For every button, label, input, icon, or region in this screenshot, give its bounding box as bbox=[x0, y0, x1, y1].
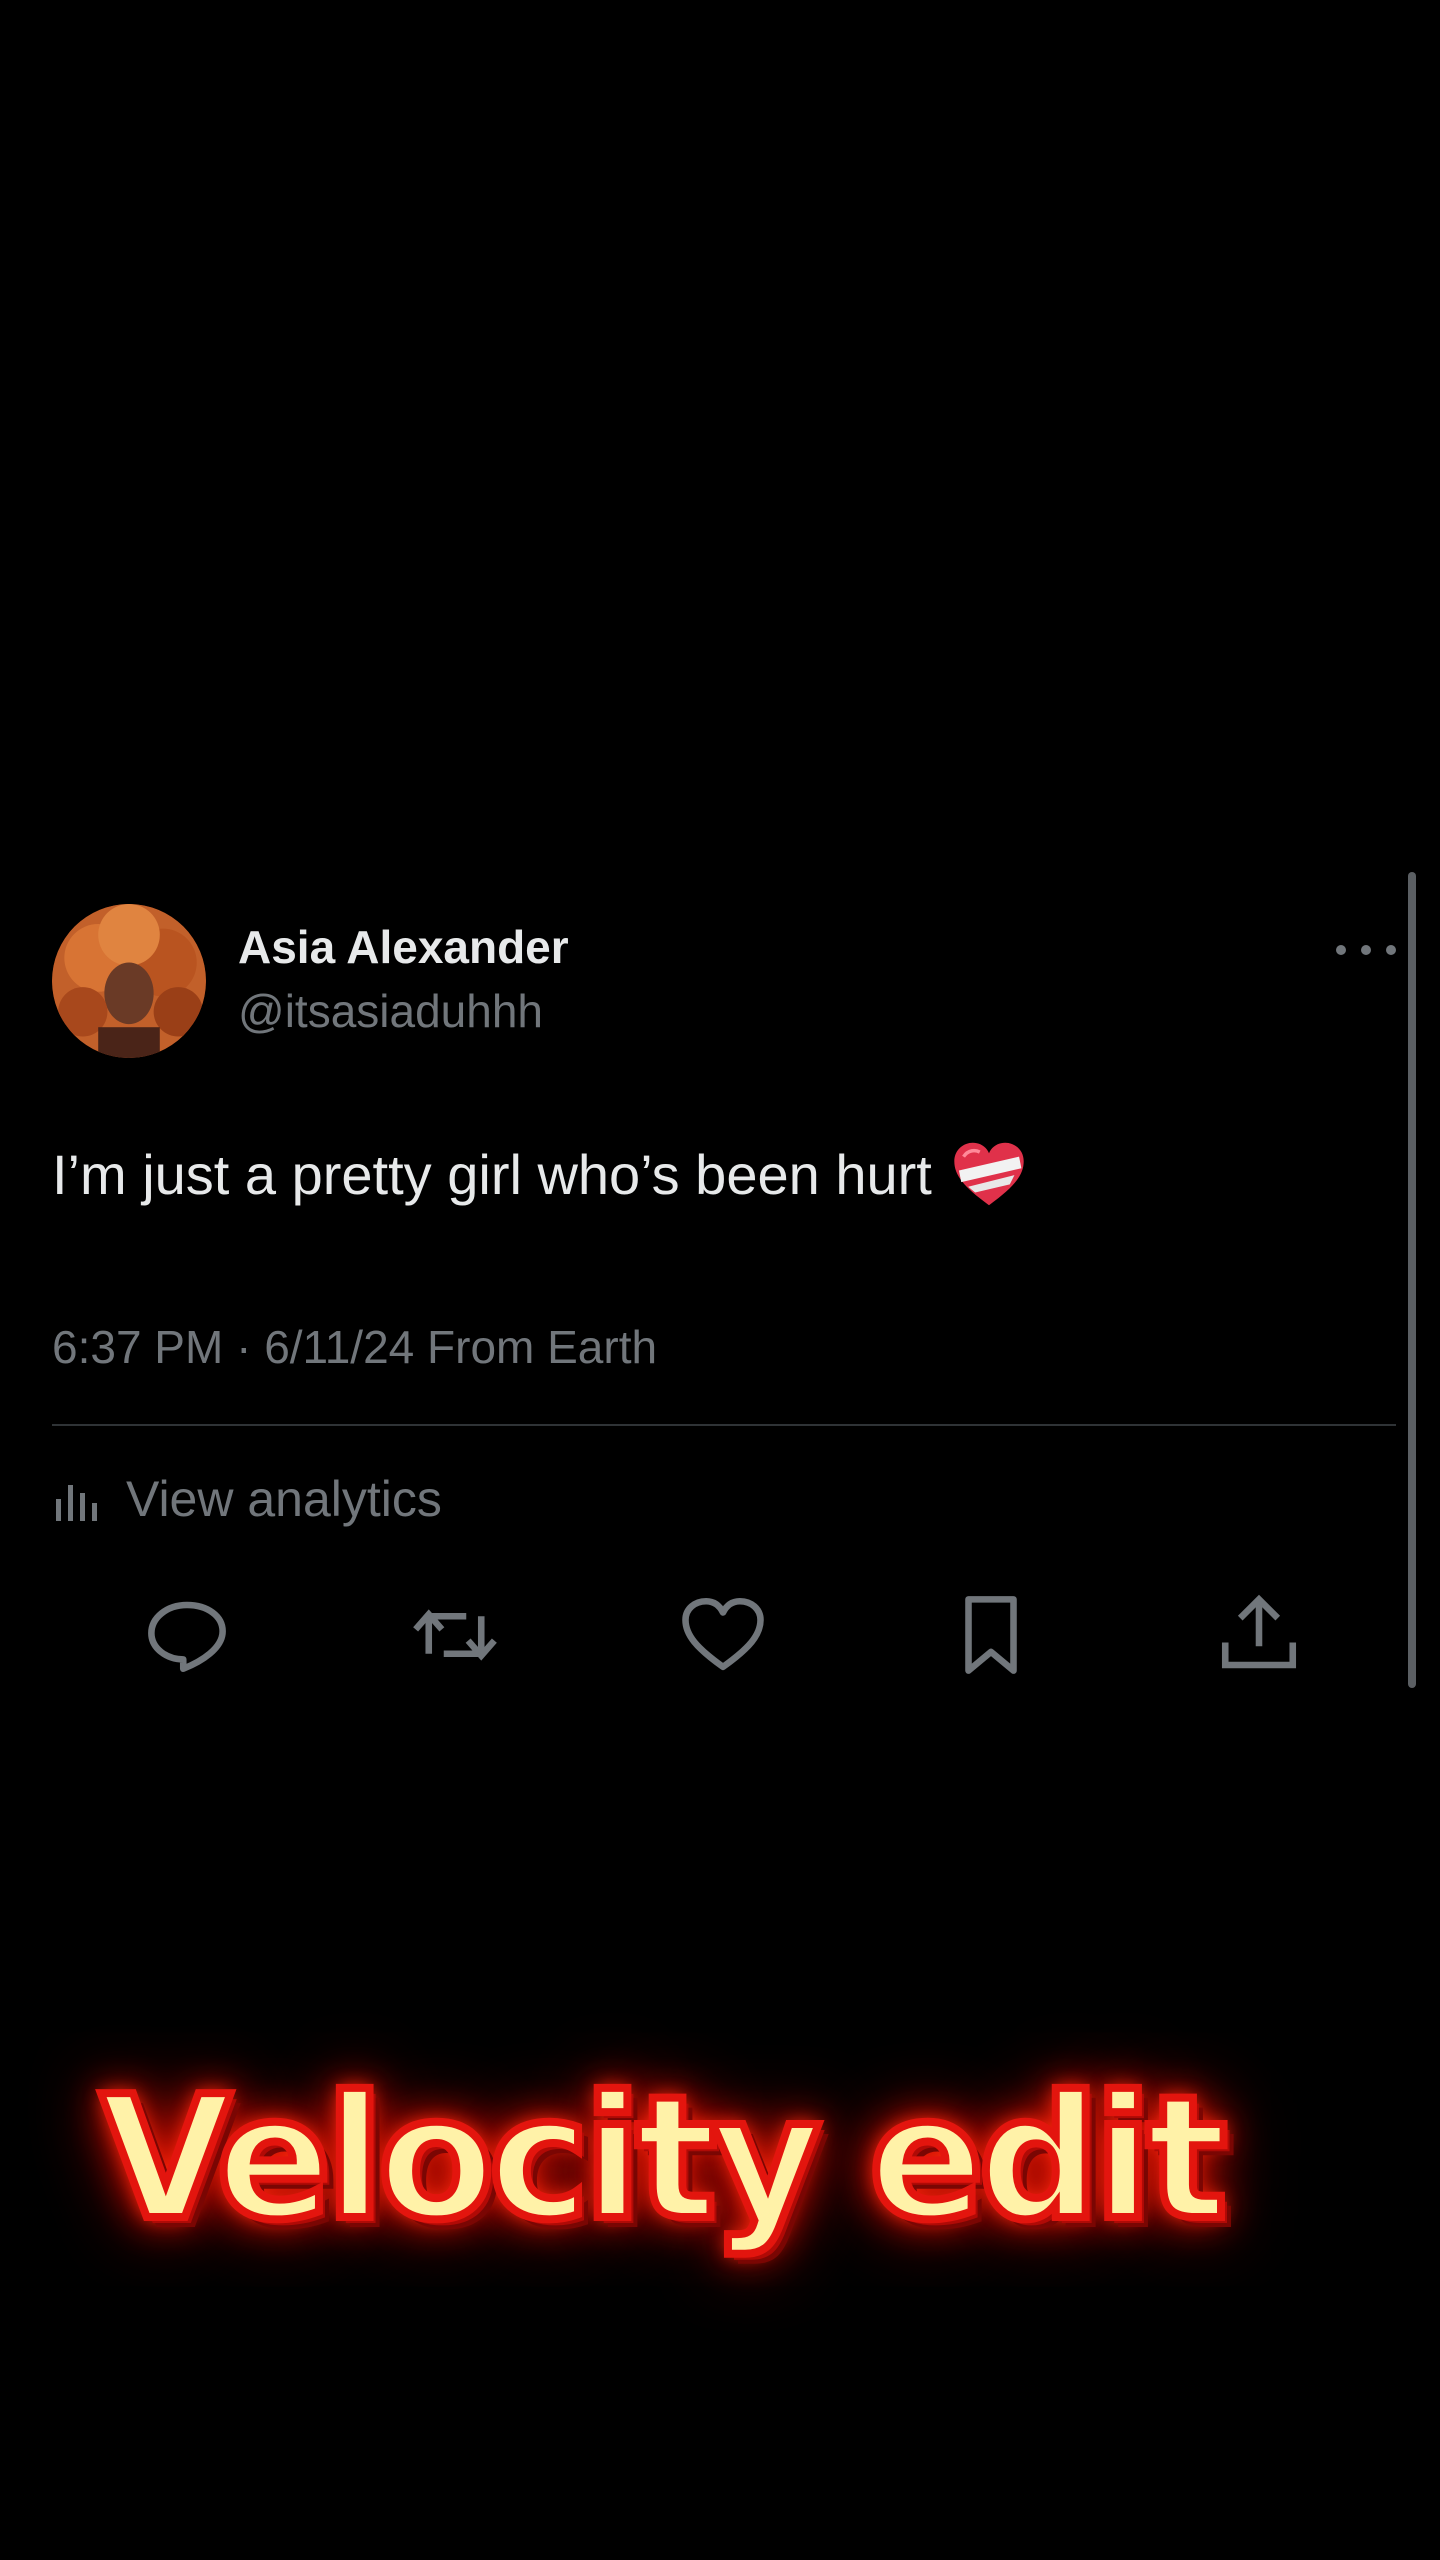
view-analytics-link[interactable]: View analytics bbox=[52, 1470, 442, 1528]
tweet-text-body: I’m just a pretty girl who’s been hurt bbox=[52, 1142, 932, 1206]
view-analytics-label: View analytics bbox=[126, 1471, 442, 1527]
bookmark-button[interactable] bbox=[946, 1590, 1036, 1680]
dot bbox=[1336, 945, 1346, 955]
analytics-icon bbox=[56, 1485, 97, 1521]
dot bbox=[1361, 945, 1371, 955]
action-bar bbox=[142, 1590, 1362, 1680]
repost-button[interactable] bbox=[410, 1590, 500, 1680]
scrollbar[interactable] bbox=[1408, 872, 1416, 1688]
repost-icon bbox=[413, 1609, 497, 1661]
dot bbox=[1386, 945, 1396, 955]
tweet-card: Asia Alexander @itsasiaduhhh I’m just a … bbox=[52, 900, 1396, 1690]
avatar[interactable] bbox=[52, 904, 206, 1058]
author-name[interactable]: Asia Alexander bbox=[238, 920, 569, 974]
reply-button[interactable] bbox=[142, 1590, 232, 1680]
author-handle[interactable]: @itsasiaduhhh bbox=[238, 984, 543, 1038]
tweet-timestamp[interactable]: 6:37 PM · 6/11/24 From Earth bbox=[52, 1320, 657, 1374]
more-options-icon[interactable] bbox=[1336, 938, 1396, 962]
share-button[interactable] bbox=[1214, 1590, 1304, 1680]
share-icon bbox=[1221, 1594, 1297, 1669]
avatar-image bbox=[52, 904, 206, 1058]
divider bbox=[52, 1424, 1396, 1426]
tweet-text: I’m just a pretty girl who’s been hurt bbox=[52, 1140, 1026, 1208]
reply-icon bbox=[148, 1601, 226, 1673]
like-button[interactable] bbox=[678, 1590, 768, 1680]
bookmark-icon bbox=[965, 1596, 1017, 1674]
watermark-text: Velocity edit bbox=[96, 2056, 1231, 2262]
heart-icon bbox=[682, 1597, 764, 1671]
mending-heart-emoji-icon bbox=[954, 1142, 1024, 1206]
